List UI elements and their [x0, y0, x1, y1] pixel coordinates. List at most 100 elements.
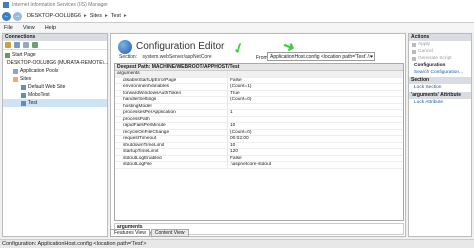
refresh-icon[interactable]: [32, 42, 38, 48]
connections-toolbar: [3, 41, 107, 50]
tree-item-label: MoboTest: [28, 92, 50, 98]
menu-bar: File View Help: [0, 23, 474, 32]
connections-tree: Start Page DESKTOP-OOLU8G6 (MURATA-REMOT…: [3, 50, 109, 108]
property-value[interactable]: [228, 117, 403, 123]
view-tabs: Features View Content View: [110, 229, 190, 237]
tree-item-application-pools[interactable]: Application Pools: [3, 67, 107, 75]
tree-item-test[interactable]: Test: [3, 99, 107, 107]
actions-header: Actions: [409, 34, 471, 41]
property-value[interactable]: (Count=1): [228, 84, 403, 90]
action-label: Lock Section: [414, 85, 442, 90]
tree-item-label: Default Web Site: [28, 84, 66, 90]
generate-script-action[interactable]: Generate Script: [409, 55, 471, 62]
breadcrumb-server[interactable]: DESKTOP-OOLU8G6: [27, 13, 81, 19]
apply-action[interactable]: Apply: [409, 41, 471, 48]
script-icon: [412, 56, 416, 61]
save-icon[interactable]: [14, 42, 20, 48]
address-bar: ← → DESKTOP-OOLU8G6 ▸ Sites ▸ Test ▸: [0, 10, 474, 23]
section-label: Section:: [119, 54, 138, 60]
tree-item-mobotest[interactable]: MoboTest: [3, 91, 107, 99]
menu-file[interactable]: File: [4, 25, 13, 31]
property-name: processesPerApplication: [115, 110, 228, 116]
property-name: stdoutLogEnabled: [115, 155, 228, 161]
iis-icon: [3, 2, 9, 8]
property-value[interactable]: [228, 71, 403, 77]
window-title: Internet Information Services (IIS) Mana…: [12, 2, 108, 8]
attribute-actions-header: 'arguments' Attribute: [409, 92, 471, 99]
tree-item-sites[interactable]: Sites: [3, 75, 107, 83]
lock-attribute-action[interactable]: Lock Attribute: [409, 99, 471, 106]
action-label: Apply: [418, 42, 430, 47]
from-dropdown[interactable]: ApplicationHost.config <location path='T…: [267, 52, 375, 61]
action-label: Search Configuration...: [414, 70, 464, 75]
property-name: requestTimeout: [115, 136, 228, 142]
property-value[interactable]: False: [228, 78, 403, 84]
tab-label: Features View: [114, 230, 146, 236]
property-name: shutdownTimeLimit: [115, 142, 228, 148]
section-actions-header: Section: [409, 77, 471, 84]
table-row[interactable]: stdoutLogFile .\aspnetcore-stdout: [115, 162, 403, 169]
tab-content-view[interactable]: Content View: [150, 229, 189, 237]
tree-item-label: Application Pools: [20, 68, 59, 74]
property-name: disableStartUpErrorPage: [115, 77, 228, 83]
connections-header: Connections: [3, 34, 107, 41]
tab-features-view[interactable]: Features View: [110, 229, 150, 237]
menu-help[interactable]: Help: [45, 25, 56, 31]
menu-view[interactable]: View: [23, 25, 35, 31]
property-value[interactable]: 00:02:00: [228, 136, 403, 142]
site-icon: [21, 92, 26, 98]
configuration-heading: Configuration: [409, 62, 471, 69]
property-value[interactable]: .\aspnetcore-stdout: [228, 162, 403, 168]
property-name: environmentVariables: [115, 84, 228, 90]
cancel-action[interactable]: Cancel: [409, 48, 471, 55]
breadcrumb: DESKTOP-OOLU8G6 ▸ Sites ▸ Test ▸: [27, 13, 130, 19]
property-value[interactable]: True: [228, 91, 403, 97]
tree-item-server[interactable]: DESKTOP-OOLU8G6 (MURATA-REMOTE\...: [3, 59, 109, 67]
property-value[interactable]: False: [228, 156, 403, 162]
connections-panel: Connections Start Page DESKTOP-OOLU8G6 (…: [2, 33, 108, 237]
property-name: startupTimeLimit: [115, 149, 228, 155]
site-icon: [21, 100, 26, 106]
section-value: system.webServer/aspNetCore: [142, 54, 212, 60]
property-name: hostingModel: [115, 103, 228, 109]
lock-section-action[interactable]: Lock Section: [409, 84, 471, 91]
breadcrumb-test[interactable]: Test: [111, 13, 121, 19]
property-value[interactable]: (Count=0): [228, 130, 403, 136]
annotation-arrow-icon: ✓: [230, 38, 247, 58]
tree-item-label: Test: [28, 100, 38, 106]
tree-item-start-page[interactable]: Start Page: [3, 51, 107, 59]
action-label: Cancel: [418, 49, 433, 54]
property-value[interactable]: 10: [228, 143, 403, 149]
property-value[interactable]: 120: [228, 149, 403, 155]
search-configuration-action[interactable]: Search Configuration...: [409, 69, 471, 76]
up-icon[interactable]: [23, 42, 29, 48]
status-bar: Configuration: ApplicationHost.config <l…: [0, 239, 474, 248]
property-value[interactable]: 1: [228, 110, 403, 116]
property-name: processPath: [115, 116, 228, 122]
site-icon: [21, 84, 26, 90]
tree-item-default-web-site[interactable]: Default Web Site: [3, 83, 107, 91]
breadcrumb-sites[interactable]: Sites: [90, 13, 102, 19]
deepest-path-header: Deepest Path: MACHINE/WEBROOT/APPHOST/Te…: [115, 64, 403, 71]
property-name: forwardWindowsAuthToken: [115, 90, 228, 96]
property-name: rapidFailsPerMinute: [115, 123, 228, 129]
section-selector[interactable]: Section: system.webServer/aspNetCore: [119, 54, 212, 60]
chevron-down-icon: ▾: [370, 54, 373, 60]
property-value[interactable]: 10: [228, 123, 403, 129]
breadcrumb-separator-icon: ▸: [105, 13, 108, 19]
configuration-editor-panel: Configuration Editor Section: system.web…: [110, 33, 406, 237]
page-title: Configuration Editor: [136, 41, 225, 52]
forward-icon[interactable]: →: [13, 11, 22, 21]
property-value[interactable]: (Count=0): [228, 97, 403, 103]
tree-item-label: Sites: [20, 76, 32, 82]
actions-panel: Actions Apply Cancel Generate Script Con…: [408, 33, 472, 237]
app-pool-icon: [13, 68, 18, 74]
tab-label: Content View: [154, 230, 185, 236]
property-name: stdoutLogFile: [115, 162, 228, 168]
tree-item-label: DESKTOP-OOLU8G6 (MURATA-REMOTE\...: [7, 60, 109, 66]
tree-item-label: Start Page: [12, 52, 36, 58]
property-value[interactable]: [228, 104, 403, 110]
cancel-icon: [412, 49, 416, 54]
back-icon[interactable]: ←: [2, 11, 11, 21]
connect-icon[interactable]: [5, 42, 11, 48]
